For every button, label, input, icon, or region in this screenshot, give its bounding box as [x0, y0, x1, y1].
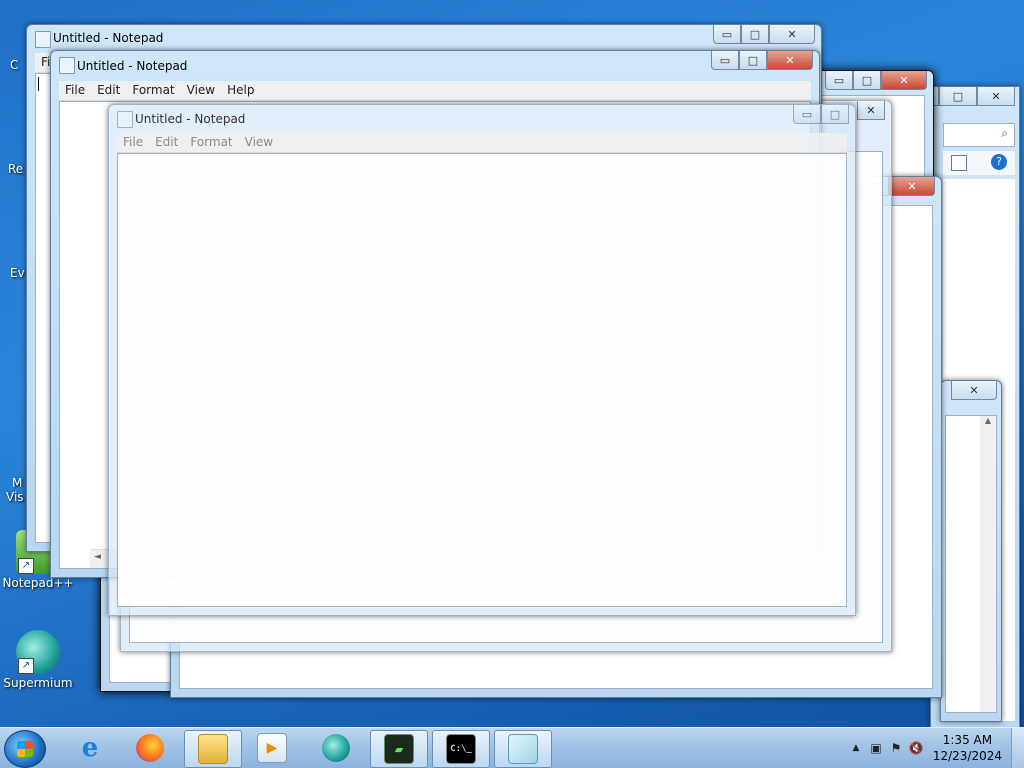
- scroll-left-arrow-icon[interactable]: ◄: [94, 552, 101, 562]
- supermium-icon: ↗: [16, 630, 60, 674]
- show-desktop-button[interactable]: [1011, 728, 1024, 768]
- taskbar-task-manager[interactable]: ▰: [370, 730, 428, 768]
- media-player-icon: ▶: [257, 733, 287, 763]
- window-content: ▲: [945, 415, 997, 713]
- clock-date: 12/23/2024: [932, 749, 1002, 763]
- maximize-button[interactable]: □: [939, 87, 977, 106]
- notepad-icon: [508, 734, 538, 764]
- supermium-icon: [322, 734, 350, 762]
- system-clock[interactable]: 1:35 AM 12/23/2024: [933, 732, 1002, 764]
- close-button[interactable]: ✕: [951, 381, 997, 400]
- desktop-icon-label-partial[interactable]: C: [10, 58, 18, 72]
- close-button[interactable]: ✕: [857, 101, 885, 120]
- menu-item-view[interactable]: View: [239, 133, 279, 152]
- close-button[interactable]: ✕: [889, 177, 935, 196]
- taskbar-command-prompt[interactable]: C:\_: [432, 730, 490, 768]
- menu-item-edit[interactable]: Edit: [149, 133, 184, 152]
- search-box[interactable]: ⌕: [943, 123, 1015, 147]
- close-button[interactable]: ✕: [767, 51, 813, 70]
- maximize-button[interactable]: □: [821, 105, 849, 124]
- internet-explorer-icon: e: [81, 733, 99, 763]
- help-icon[interactable]: ?: [991, 154, 1007, 170]
- window-title: Untitled - Notepad: [77, 59, 188, 73]
- desktop-icon-label-partial[interactable]: Ev: [10, 266, 25, 280]
- windows-logo-icon: [17, 741, 33, 757]
- notepad-app-icon: [117, 111, 133, 128]
- shortcut-arrow-icon: ↗: [18, 558, 34, 574]
- action-center-flag-icon[interactable]: ⚑: [888, 740, 904, 756]
- desktop-icon-supermium[interactable]: ↗ Supermium: [2, 630, 74, 690]
- taskbar-media-player[interactable]: ▶: [244, 730, 300, 766]
- shortcut-arrow-icon: ↗: [18, 658, 34, 674]
- network-icon[interactable]: ▣: [868, 740, 884, 756]
- desktop-icon-label-partial[interactable]: M: [12, 476, 22, 490]
- notepad-app-icon: [35, 31, 51, 48]
- taskbar-firefox[interactable]: [122, 730, 178, 766]
- taskbar-supermium[interactable]: [308, 730, 364, 766]
- command-prompt-icon: C:\_: [446, 734, 476, 764]
- desktop-icon-label-partial[interactable]: Vis: [6, 490, 24, 504]
- task-manager-icon: ▰: [384, 734, 414, 764]
- menu-item-file[interactable]: File: [117, 133, 149, 152]
- notepad-window-dragging[interactable]: Untitled - Notepad ▭ □ File Edit Format …: [108, 104, 856, 616]
- close-button[interactable]: ✕: [881, 71, 927, 90]
- scroll-up-arrow-icon[interactable]: ▲: [980, 416, 996, 425]
- taskbar-file-explorer[interactable]: [184, 730, 242, 768]
- menu-item-format[interactable]: Format: [126, 81, 180, 100]
- notepad-app-icon: [59, 57, 75, 74]
- show-hidden-icons-arrow-icon[interactable]: ▲: [848, 740, 864, 756]
- desktop-icon-label: Notepad++: [2, 576, 74, 590]
- menu-bar: File Edit Format View: [117, 133, 847, 153]
- menu-bar: File Edit Format View Help: [59, 81, 811, 101]
- window-title: Untitled - Notepad: [53, 31, 164, 45]
- background-window[interactable]: ✕ ▲: [940, 380, 1002, 722]
- maximize-button[interactable]: □: [741, 25, 769, 44]
- window-title: Untitled - Notepad: [135, 112, 246, 126]
- volume-muted-icon[interactable]: 🔇: [908, 740, 924, 756]
- text-cursor: [38, 77, 39, 91]
- system-tray: ▲ ▣ ⚑ 🔇 1:35 AM 12/23/2024: [844, 728, 1024, 768]
- menu-item-view[interactable]: View: [181, 81, 221, 100]
- taskbar-notepad[interactable]: [494, 730, 552, 768]
- close-button[interactable]: ✕: [977, 87, 1015, 106]
- minimize-button[interactable]: ▭: [793, 105, 821, 124]
- minimize-button[interactable]: ▭: [713, 25, 741, 44]
- menu-item-format[interactable]: Format: [184, 133, 238, 152]
- start-button[interactable]: [4, 730, 46, 768]
- menu-item-help[interactable]: Help: [221, 81, 260, 100]
- toolbar: ?: [943, 151, 1015, 175]
- minimize-button[interactable]: ▭: [825, 71, 853, 90]
- taskbar-internet-explorer[interactable]: e: [62, 730, 118, 766]
- maximize-button[interactable]: □: [853, 71, 881, 90]
- maximize-button[interactable]: □: [739, 51, 767, 70]
- search-icon: ⌕: [1001, 126, 1008, 140]
- firefox-icon: [136, 734, 164, 762]
- folder-icon: [198, 734, 228, 764]
- desktop-icon-label: Supermium: [3, 676, 73, 690]
- close-button[interactable]: ✕: [769, 25, 815, 44]
- menu-item-edit[interactable]: Edit: [91, 81, 126, 100]
- text-area[interactable]: [117, 153, 847, 607]
- desktop-icon-label-partial[interactable]: Re: [8, 162, 23, 176]
- menu-item-file[interactable]: File: [59, 81, 91, 100]
- minimize-button[interactable]: ▭: [711, 51, 739, 70]
- taskbar: e ▶ ▰ C:\_ ▲ ▣ ⚑ 🔇 1:35 AM 12/23/2024: [0, 727, 1024, 768]
- preview-pane-icon[interactable]: [951, 155, 967, 171]
- vertical-scrollbar[interactable]: ▲: [980, 416, 996, 712]
- clock-time: 1:35 AM: [942, 733, 993, 747]
